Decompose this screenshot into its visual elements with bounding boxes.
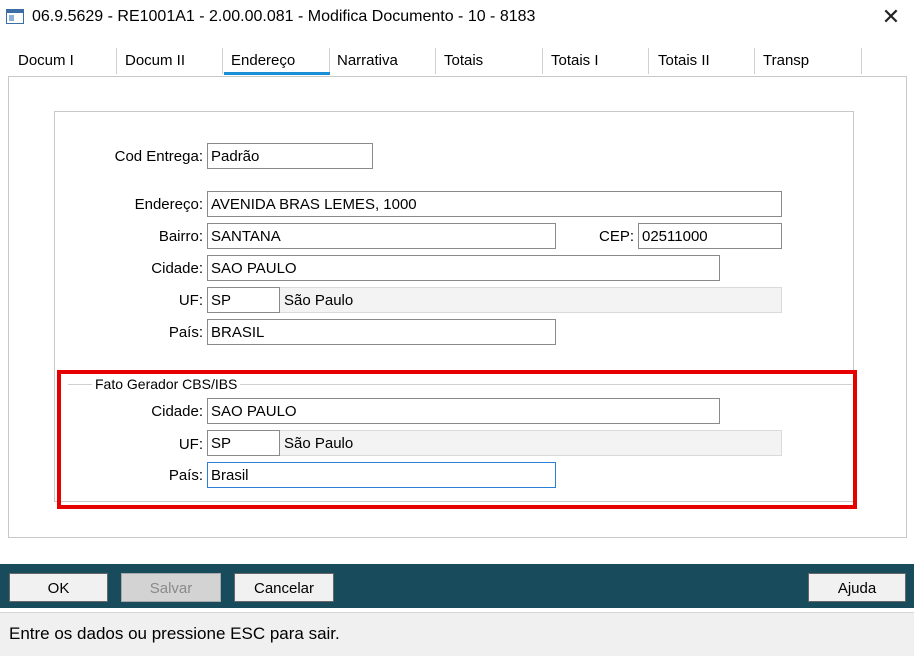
endereco-label: Endereço: [134, 196, 203, 213]
tab-totais-i[interactable]: Totais I [545, 42, 599, 76]
title-bar: 06.9.5629 - RE1001A1 - 2.00.00.081 - Mod… [0, 0, 914, 34]
tab-narrativa[interactable]: Narrativa [331, 42, 398, 76]
active-tab-indicator [224, 72, 330, 75]
cep-label: CEP: [598, 228, 634, 245]
pais-field[interactable]: BRASIL [207, 319, 556, 345]
window-title: 06.9.5629 - RE1001A1 - 2.00.00.081 - Mod… [32, 8, 536, 25]
tab-docum-i[interactable]: Docum I [12, 42, 74, 76]
uf-label: UF: [178, 292, 203, 309]
tab-transp[interactable]: Transp [757, 42, 809, 76]
uf-description: São Paulo [279, 287, 782, 313]
status-bar: Entre os dados ou pressione ESC para sai… [0, 612, 914, 656]
status-message: Entre os dados ou pressione ESC para sai… [9, 624, 340, 643]
tab-bar: Docum I Docum II Endereço Narrativa Tota… [0, 42, 914, 76]
tab-totais[interactable]: Totais [438, 42, 483, 76]
tab-separator [754, 48, 755, 74]
tab-docum-ii[interactable]: Docum II [119, 42, 185, 76]
endereco-field[interactable]: AVENIDA BRAS LEMES, 1000 [207, 191, 782, 217]
tab-separator [542, 48, 543, 74]
tab-separator [222, 48, 223, 74]
pais-label: País: [168, 324, 203, 341]
cidade-label: Cidade: [151, 260, 203, 277]
cod-entrega-label: Cod Entrega: [114, 148, 203, 165]
uf-field[interactable]: SP [207, 287, 280, 313]
cep-field[interactable]: 02511000 [638, 223, 782, 249]
tab-separator [861, 48, 862, 74]
tab-separator [648, 48, 649, 74]
close-icon[interactable]: ✕ [874, 3, 908, 31]
bairro-label: Bairro: [158, 228, 203, 245]
cidade-field[interactable]: SAO PAULO [207, 255, 720, 281]
app-window-icon [6, 9, 24, 24]
tab-totais-ii[interactable]: Totais II [652, 42, 710, 76]
tab-separator [435, 48, 436, 74]
cod-entrega-field[interactable]: Padrão [207, 143, 373, 169]
salvar-button[interactable]: Salvar [121, 573, 221, 602]
highlight-box [57, 370, 857, 509]
ajuda-button[interactable]: Ajuda [808, 573, 906, 602]
tab-separator [116, 48, 117, 74]
cancelar-button[interactable]: Cancelar [234, 573, 334, 602]
bairro-field[interactable]: SANTANA [207, 223, 556, 249]
tab-endereco[interactable]: Endereço [225, 42, 295, 76]
tab-separator [329, 48, 330, 74]
ok-button[interactable]: OK [9, 573, 108, 602]
